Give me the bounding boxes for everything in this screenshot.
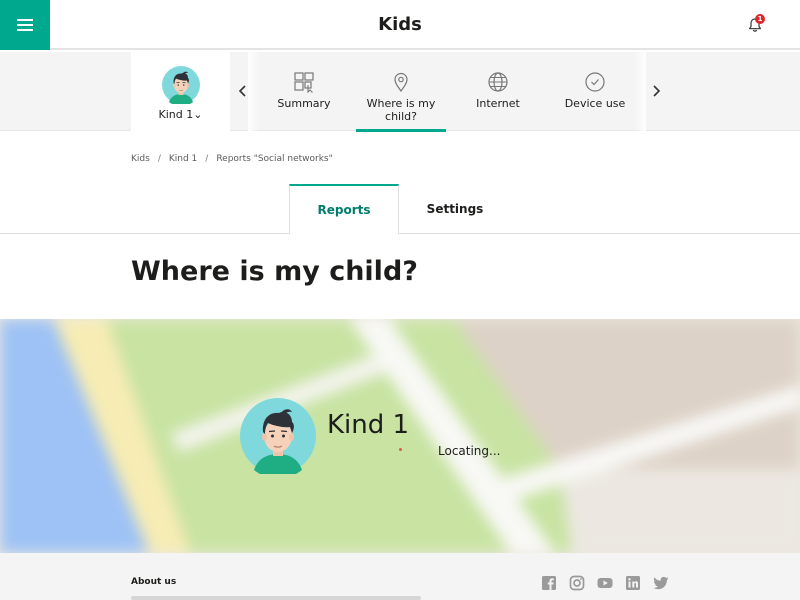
breadcrumb: Kids / Kind 1 / Reports "Social networks" (131, 154, 333, 164)
tab-settings[interactable]: Settings (400, 184, 510, 234)
chevron-right-icon[interactable] (648, 82, 664, 100)
breadcrumb-kids[interactable]: Kids (131, 154, 150, 164)
globe-icon (488, 72, 508, 92)
facebook-icon[interactable] (541, 575, 557, 591)
instagram-icon[interactable] (569, 575, 585, 591)
nav-tab-label: Internet (476, 97, 520, 110)
nav-tab-summary[interactable]: Summary (259, 52, 349, 131)
child-avatar (162, 66, 200, 104)
app-title: Kids (378, 14, 422, 35)
scroll-fade-right (634, 52, 646, 131)
child-selector[interactable]: Kind 1⌄ (131, 52, 230, 131)
child-map-avatar[interactable] (240, 398, 316, 474)
nav-tab-label: Summary (277, 97, 331, 110)
nav-tab-where-is-my-child[interactable]: Where is my child? (356, 52, 446, 132)
breadcrumb-separator: / (157, 154, 161, 164)
nav-tab-label: Where is my child? (366, 97, 436, 123)
nav-tab-internet[interactable]: Internet (453, 52, 543, 131)
nav-tab-label: Device use (564, 97, 626, 110)
linkedin-icon[interactable] (625, 575, 641, 591)
footer-about-us[interactable]: About us (131, 577, 176, 587)
page-title: Where is my child? (131, 256, 418, 287)
child-name-label: Kind 1 (158, 108, 194, 121)
top-header: Kids 1 (0, 0, 800, 50)
location-pin-icon (394, 72, 408, 93)
location-map[interactable]: Kind 1 Locating... (0, 319, 800, 553)
child-name-dropdown[interactable]: Kind 1⌄ (131, 108, 230, 121)
youtube-icon[interactable] (597, 575, 613, 591)
breadcrumb-child[interactable]: Kind 1 (169, 154, 197, 164)
map-child-name: Kind 1 (327, 410, 410, 440)
footer: About us (0, 553, 800, 600)
locating-status: Locating... (438, 444, 501, 458)
notification-badge: 1 (755, 14, 765, 24)
nav-tab-device-use[interactable]: Device use (550, 52, 640, 131)
twitter-icon[interactable] (653, 575, 669, 591)
child-navigation-bar: Kind 1⌄ Summary Where is my child? Inter… (0, 52, 800, 132)
clock-icon (585, 72, 605, 92)
location-marker-dot (399, 448, 402, 451)
breadcrumb-current: Reports "Social networks" (216, 154, 333, 164)
breadcrumb-separator: / (205, 154, 209, 164)
summary-grid-icon (294, 72, 314, 93)
chevron-down-icon: ⌄ (193, 108, 203, 121)
tab-reports[interactable]: Reports (289, 184, 399, 234)
footer-text-placeholder (131, 596, 421, 600)
